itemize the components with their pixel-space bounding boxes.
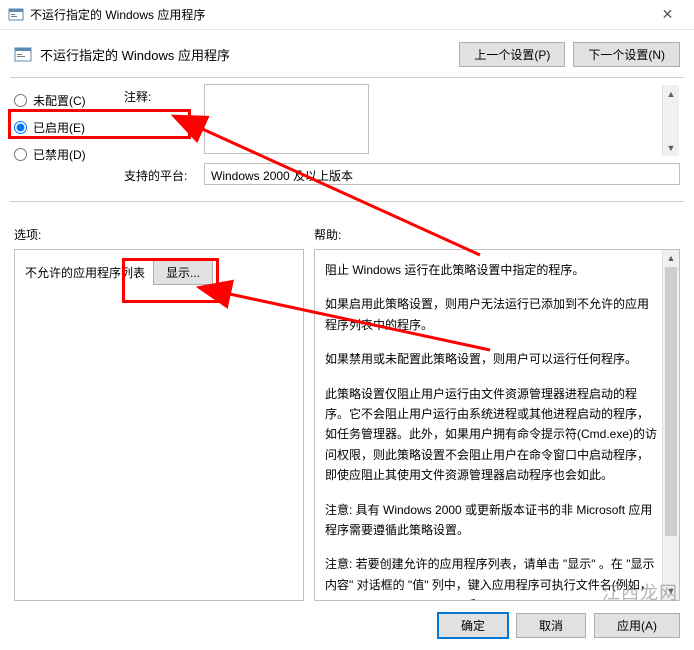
close-button[interactable]: ✕ bbox=[645, 0, 690, 29]
radio-enabled[interactable]: 已启用(E) bbox=[14, 119, 124, 136]
config-area: 未配置(C) 已启用(E) 已禁用(D) 注释: ▲ ▼ 支持的平台: Wi bbox=[0, 84, 694, 191]
comment-scrollbar[interactable]: ▲ ▼ bbox=[662, 85, 679, 156]
help-section-label: 帮助: bbox=[314, 226, 341, 243]
disallowed-list-row: 不允许的应用程序列表 显示... bbox=[25, 260, 293, 285]
platform-label: 支持的平台: bbox=[124, 163, 204, 185]
scroll-up-icon[interactable]: ▲ bbox=[663, 85, 680, 102]
next-setting-button[interactable]: 下一个设置(N) bbox=[573, 42, 680, 67]
show-list-button[interactable]: 显示... bbox=[153, 260, 213, 285]
app-icon bbox=[8, 7, 24, 23]
footer: 确定 取消 应用(A) bbox=[0, 601, 694, 650]
platform-row: 支持的平台: Windows 2000 及以上版本 bbox=[124, 163, 680, 185]
header: 不运行指定的 Windows 应用程序 上一个设置(P) 下一个设置(N) bbox=[0, 30, 694, 75]
apply-button[interactable]: 应用(A) bbox=[594, 613, 680, 638]
options-section-label: 选项: bbox=[14, 226, 314, 243]
help-text: 注意: 若要创建允许的应用程序列表，请单击 "显示" 。在 "显示内容" 对话框… bbox=[325, 554, 657, 601]
radio-not-configured-input[interactable] bbox=[14, 94, 27, 107]
disallowed-list-label: 不允许的应用程序列表 bbox=[25, 264, 145, 281]
window-title: 不运行指定的 Windows 应用程序 bbox=[30, 6, 645, 23]
help-panel: 阻止 Windows 运行在此策略设置中指定的程序。 如果启用此策略设置，则用户… bbox=[314, 249, 680, 601]
previous-setting-button[interactable]: 上一个设置(P) bbox=[459, 42, 565, 67]
help-scrollbar[interactable]: ▲ ▼ bbox=[662, 250, 679, 600]
radio-group: 未配置(C) 已启用(E) 已禁用(D) bbox=[14, 84, 124, 191]
close-icon: ✕ bbox=[662, 6, 674, 23]
policy-icon bbox=[14, 46, 32, 64]
options-panel: 不允许的应用程序列表 显示... bbox=[14, 249, 304, 601]
radio-label: 未配置(C) bbox=[33, 92, 86, 109]
help-text: 注意: 具有 Windows 2000 或更新版本证书的非 Microsoft … bbox=[325, 500, 657, 541]
help-text: 此策略设置仅阻止用户运行由文件资源管理器进程启动的程序。它不会阻止用户运行由系统… bbox=[325, 384, 657, 486]
radio-label: 已禁用(D) bbox=[33, 146, 86, 163]
help-text: 如果启用此策略设置，则用户无法运行已添加到不允许的应用程序列表中的程序。 bbox=[325, 294, 657, 335]
help-text: 如果禁用或未配置此策略设置，则用户可以运行任何程序。 bbox=[325, 349, 657, 369]
scroll-track[interactable] bbox=[663, 267, 679, 583]
cancel-button[interactable]: 取消 bbox=[516, 613, 586, 638]
scroll-thumb[interactable] bbox=[665, 267, 677, 536]
policy-title: 不运行指定的 Windows 应用程序 bbox=[40, 45, 451, 64]
titlebar: 不运行指定的 Windows 应用程序 ✕ bbox=[0, 0, 694, 30]
divider bbox=[10, 77, 684, 78]
bottom-area: 不允许的应用程序列表 显示... 阻止 Windows 运行在此策略设置中指定的… bbox=[0, 249, 694, 601]
section-labels: 选项: 帮助: bbox=[0, 208, 694, 249]
ok-button[interactable]: 确定 bbox=[438, 613, 508, 638]
scroll-down-icon[interactable]: ▼ bbox=[663, 139, 680, 156]
divider bbox=[10, 201, 684, 202]
scroll-track[interactable] bbox=[663, 102, 679, 139]
scroll-up-icon[interactable]: ▲ bbox=[663, 250, 680, 267]
scroll-down-icon[interactable]: ▼ bbox=[663, 583, 680, 600]
radio-disabled[interactable]: 已禁用(D) bbox=[14, 146, 124, 163]
help-text: 阻止 Windows 运行在此策略设置中指定的程序。 bbox=[325, 260, 657, 280]
comment-textarea[interactable] bbox=[204, 84, 369, 154]
right-column: 注释: ▲ ▼ 支持的平台: Windows 2000 及以上版本 bbox=[124, 84, 680, 191]
radio-not-configured[interactable]: 未配置(C) bbox=[14, 92, 124, 109]
comment-label: 注释: bbox=[124, 84, 204, 157]
comment-row: 注释: ▲ ▼ bbox=[124, 84, 680, 157]
radio-disabled-input[interactable] bbox=[14, 148, 27, 161]
radio-label: 已启用(E) bbox=[33, 119, 85, 136]
platform-value: Windows 2000 及以上版本 bbox=[204, 163, 680, 185]
radio-enabled-input[interactable] bbox=[14, 121, 27, 134]
